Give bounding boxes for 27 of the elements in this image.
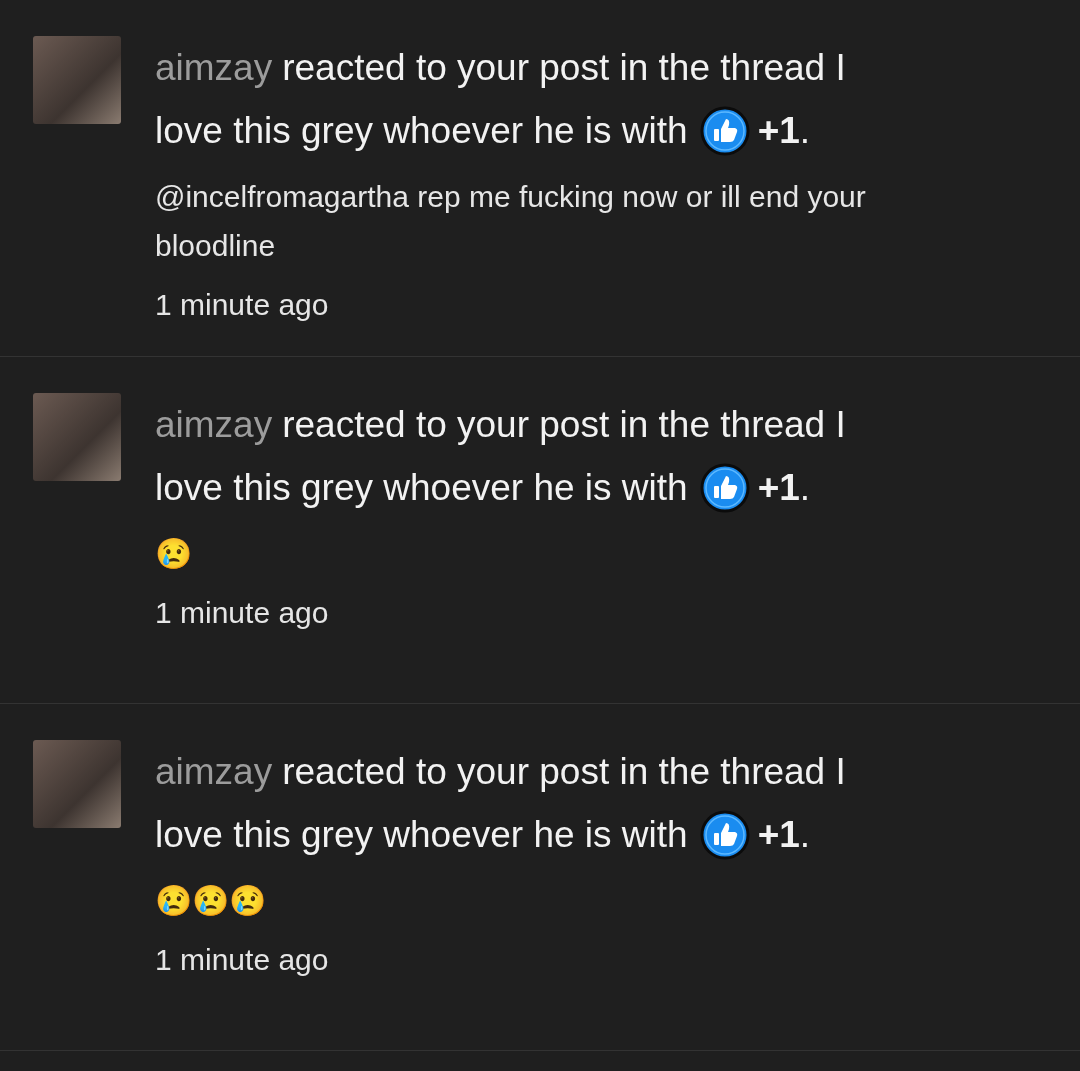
timestamp: 1 minute ago	[155, 288, 330, 322]
notification-item[interactable]: aimzay reacted to your post in the thread I love this grey whoever he is with +1. @incelfromagartha rep me fucking now or ill end your bloodline 1 minute ago	[0, 0, 1080, 357]
reaction-label: +1.	[757, 109, 811, 153]
notification-text: love this grey whoever he is with	[155, 466, 688, 510]
avatar-photo-placeholder[interactable]	[33, 740, 121, 828]
username-link[interactable]: aimzay	[155, 36, 273, 99]
notification-text: love this grey whoever he is with	[155, 109, 688, 153]
avatar-photo-placeholder[interactable]	[33, 36, 121, 124]
reaction-label: +1.	[757, 466, 811, 510]
thumbs-up-icon	[699, 462, 750, 513]
message-text: @incelfromagartha rep me fucking now or ill end your bloodline	[155, 179, 867, 264]
notification-item[interactable]: aimzay reacted to your post in the thread I love this grey whoever he is with +1. 😢😢😢 1 minute ago	[0, 704, 1080, 1051]
message-text: 😢😢😢	[155, 883, 267, 919]
timestamp: 1 minute ago	[155, 596, 330, 630]
notification-text: reacted to your post in the thread I	[282, 403, 846, 447]
thumbs-up-icon	[699, 809, 750, 860]
username-link[interactable]: aimzay	[155, 393, 273, 456]
message-text: 😢	[155, 536, 193, 572]
reaction-label: +1.	[757, 813, 811, 857]
notification-text: reacted to your post in the thread I	[282, 46, 846, 90]
notification-text: reacted to your post in the thread I	[282, 750, 846, 794]
thumbs-up-icon	[699, 105, 750, 156]
timestamp: 1 minute ago	[155, 943, 330, 977]
avatar-photo-placeholder[interactable]	[33, 393, 121, 481]
notification-text: love this grey whoever he is with	[155, 813, 688, 857]
notification-item[interactable]: aimzay reacted to your post in the thread I love this grey whoever he is with +1. 😢 1 minute ago	[0, 357, 1080, 704]
username-link[interactable]: aimzay	[155, 740, 273, 803]
